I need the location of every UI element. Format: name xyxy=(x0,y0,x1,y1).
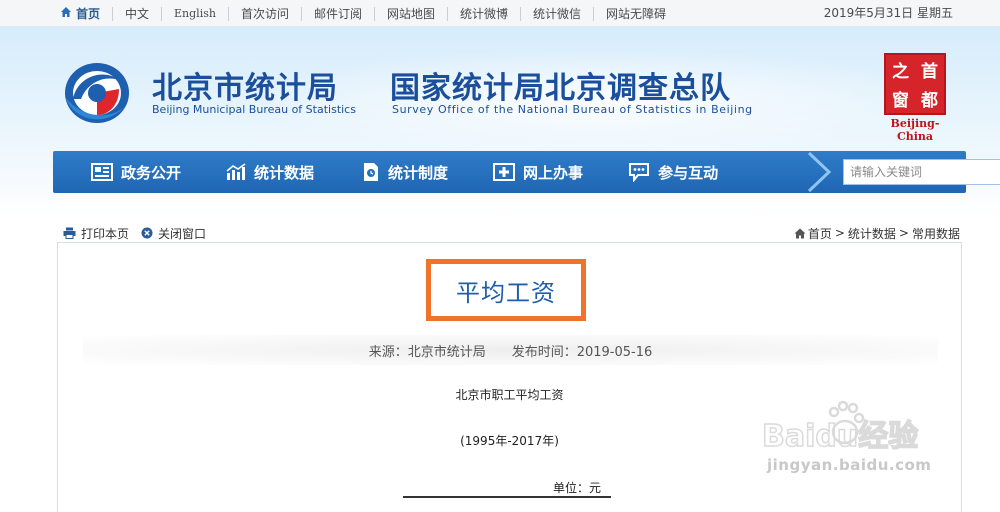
article-title: 平均工资 xyxy=(456,278,556,307)
nav-item-interaction[interactable]: 参与互动 xyxy=(628,151,718,193)
newspaper-icon xyxy=(91,163,113,181)
print-page-button[interactable]: 打印本页 xyxy=(63,225,129,242)
home-icon xyxy=(60,6,72,22)
top-nav-site-map[interactable]: 网站地图 xyxy=(375,6,448,21)
bureau-name-en: Beijing Municipal Bureau of Statistics xyxy=(152,103,356,116)
table-unit: 单位：元 xyxy=(553,481,602,495)
baidu-jingyan-watermark: Baidu经验 xyxy=(761,400,919,455)
seal-char: 首 xyxy=(921,62,938,82)
beijing-china-seal[interactable]: 之 首 窗 都 Beijing-China xyxy=(880,53,950,143)
top-nav-weibo[interactable]: 统计微博 xyxy=(448,6,522,21)
article-tools-bar: 打印本页 关闭窗口 首页 > 统计数据 > 常用数据 xyxy=(57,224,962,242)
nav-item-label: 政务公开 xyxy=(121,163,182,182)
main-nav: 政务公开 统计数据 统计制度 网上办事 参与互动 请输入关键词 xyxy=(53,151,1000,193)
close-icon xyxy=(141,227,153,239)
chevron-right-icon xyxy=(807,151,832,193)
table-top-border xyxy=(403,496,611,498)
bureau-logo-icon[interactable] xyxy=(63,59,131,127)
breadcrumb-common-data[interactable]: 常用数据 xyxy=(912,225,960,242)
watermark-brand: Baidu经验 xyxy=(762,419,918,454)
search-input[interactable] xyxy=(844,160,1000,184)
survey-office-name-cn: 国家统计局北京调查总队 xyxy=(390,71,731,106)
top-nav-wechat[interactable]: 统计微信 xyxy=(521,6,595,21)
search-box xyxy=(843,159,1000,185)
top-nav-accessibility[interactable]: 网站无障碍 xyxy=(594,7,678,21)
nav-item-label: 统计数据 xyxy=(254,163,315,182)
home-icon xyxy=(794,228,806,238)
top-nav-home[interactable]: 首页 xyxy=(60,6,114,22)
watermark-url: jingyan.baidu.com xyxy=(767,456,932,474)
nav-item-online-services[interactable]: 网上办事 xyxy=(493,151,583,193)
close-window-button[interactable]: 关闭窗口 xyxy=(141,225,206,242)
plus-grid-icon xyxy=(493,163,516,181)
top-nav-home-label: 首页 xyxy=(76,7,101,21)
bar-chart-icon xyxy=(226,163,246,180)
seal-label: Beijing-China xyxy=(890,117,940,143)
nav-item-statistics-system[interactable]: 统计制度 xyxy=(362,151,448,193)
breadcrumb: 首页 > 统计数据 > 常用数据 xyxy=(794,224,960,242)
top-nav-email-subscribe[interactable]: 邮件订阅 xyxy=(302,6,375,21)
nav-item-label: 统计制度 xyxy=(388,163,449,182)
nav-item-government-affairs[interactable]: 政务公开 xyxy=(91,151,181,193)
article-meta: 来源：北京市统计局 发布时间：2019-05-16 xyxy=(83,335,938,365)
print-page-label: 打印本页 xyxy=(81,226,130,241)
nav-item-statistics-data[interactable]: 统计数据 xyxy=(226,151,314,193)
document-icon xyxy=(364,163,379,181)
top-nav-first-visit[interactable]: 首次访问 xyxy=(229,6,302,21)
survey-office-name-en: Survey Office of the National Bureau of … xyxy=(392,103,753,116)
breadcrumb-separator: > xyxy=(898,226,909,240)
title-highlight-box: 平均工资 xyxy=(426,259,586,321)
close-window-label: 关闭窗口 xyxy=(158,226,207,241)
current-date: 2019年5月31日 星期五 xyxy=(823,6,953,20)
top-utility-bar: 首页 中文 English 首次访问 邮件订阅 网站地图 统计微博 统计微信 网… xyxy=(0,0,1000,27)
printer-icon xyxy=(63,227,76,239)
seal-char: 都 xyxy=(921,91,938,111)
nav-item-label: 参与互动 xyxy=(658,163,719,182)
seal-stamp: 之 首 窗 都 xyxy=(884,53,946,115)
article-source: 来源：北京市统计局 xyxy=(368,344,486,360)
nav-item-label: 网上办事 xyxy=(523,163,584,182)
bureau-name-cn: 北京市统计局 xyxy=(152,71,338,106)
article-publish-date: 发布时间：2019-05-16 xyxy=(511,344,653,360)
top-nav: 首页 中文 English 首次访问 邮件订阅 网站地图 统计微博 统计微信 网… xyxy=(60,0,678,27)
chat-icon xyxy=(629,163,650,182)
top-nav-chinese[interactable]: 中文 xyxy=(113,6,163,21)
breadcrumb-home[interactable]: 首页 xyxy=(808,225,832,242)
breadcrumb-statistics-data[interactable]: 统计数据 xyxy=(848,225,896,242)
seal-char: 窗 xyxy=(892,91,909,111)
top-nav-english[interactable]: English xyxy=(162,6,229,21)
breadcrumb-separator: > xyxy=(834,226,845,240)
seal-char: 之 xyxy=(892,62,909,82)
